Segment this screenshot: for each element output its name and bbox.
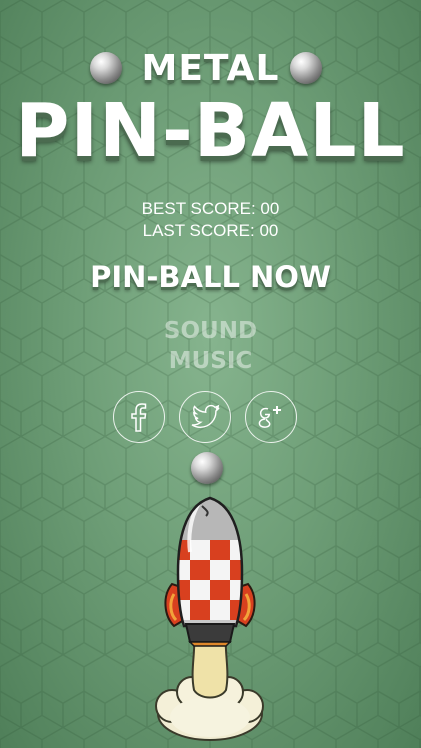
- google-plus-button[interactable]: [245, 391, 297, 443]
- sound-toggle[interactable]: SOUND: [0, 318, 421, 344]
- google-plus-icon: [258, 406, 281, 428]
- last-score-label: LAST SCORE: 00: [142, 221, 279, 240]
- facebook-button[interactable]: [113, 391, 165, 443]
- rocket-launcher: [155, 496, 264, 741]
- title-metal: METAL: [141, 48, 280, 89]
- music-toggle[interactable]: MUSIC: [0, 348, 421, 374]
- title-pin-ball: PIN-BALL: [15, 88, 406, 174]
- facebook-icon: [131, 403, 147, 432]
- twitter-button[interactable]: [179, 391, 231, 443]
- best-score-label: BEST SCORE: 00: [141, 199, 280, 218]
- twitter-icon: [191, 404, 220, 429]
- pinball-ball: [191, 452, 223, 484]
- play-button[interactable]: PIN-BALL NOW: [0, 260, 421, 294]
- rocket-nozzle: [184, 623, 236, 643]
